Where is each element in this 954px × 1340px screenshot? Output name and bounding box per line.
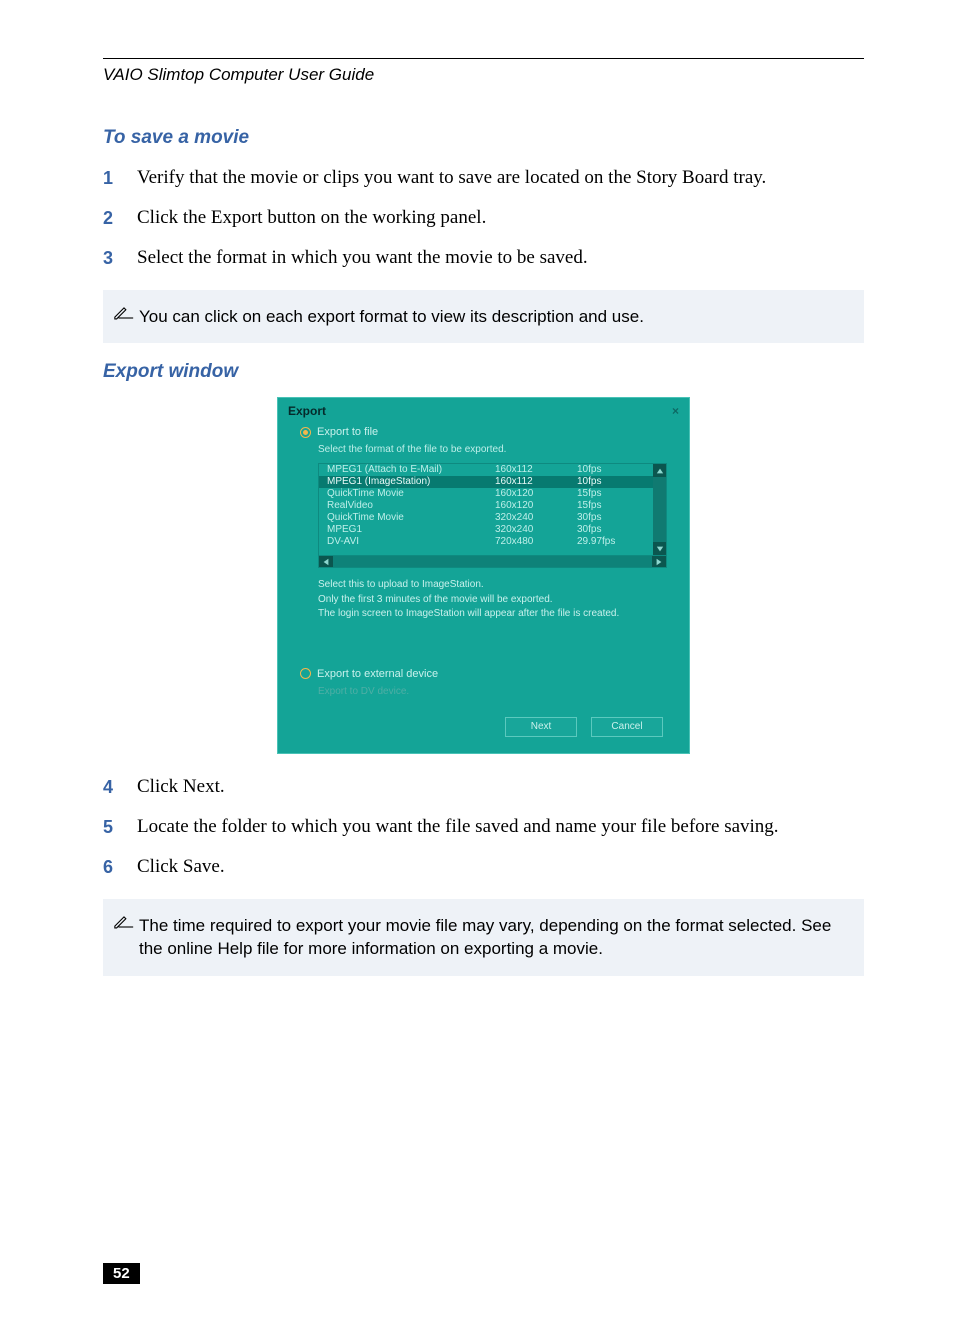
- step-text: Select the format in which you want the …: [137, 245, 864, 271]
- scroll-up-icon[interactable]: [653, 464, 666, 477]
- export-dialog-title: Export: [288, 404, 326, 418]
- step-row: 4 Click Next.: [103, 774, 864, 800]
- format-fps: 15fps: [577, 501, 645, 511]
- note-box: You can click on each export format to v…: [103, 290, 864, 344]
- vertical-scrollbar[interactable]: [653, 464, 666, 555]
- step-number: 3: [103, 245, 137, 271]
- format-row[interactable]: DV-AVI 720x480 29.97fps: [319, 536, 653, 548]
- pencil-note-icon: [113, 914, 139, 929]
- step-text: Verify that the movie or clips you want …: [137, 165, 864, 191]
- close-icon[interactable]: ×: [672, 404, 679, 418]
- format-fps: 10fps: [577, 477, 645, 487]
- select-format-label: Select the format of the file to be expo…: [318, 444, 667, 455]
- steps-list-top: 1 Verify that the movie or clips you wan…: [103, 165, 864, 272]
- next-button[interactable]: Next: [505, 717, 577, 737]
- pencil-note-icon: [113, 305, 139, 320]
- format-res: 320x240: [495, 513, 577, 523]
- radio-export-to-device[interactable]: Export to external device: [300, 668, 667, 680]
- format-row[interactable]: QuickTime Movie 160x120 15fps: [319, 488, 653, 500]
- desc-line: The login screen to ImageStation will ap…: [318, 607, 667, 622]
- format-res: 720x480: [495, 537, 577, 547]
- export-dialog-body: Export to file Select the format of the …: [278, 426, 689, 753]
- note-box: The time required to export your movie f…: [103, 899, 864, 977]
- scroll-left-icon[interactable]: [319, 556, 333, 567]
- step-number: 2: [103, 205, 137, 231]
- step-row: 6 Click Save.: [103, 854, 864, 880]
- radio-unselected-icon: [300, 668, 311, 679]
- radio-label: Export to external device: [317, 668, 438, 680]
- export-dialog-header: Export ×: [278, 398, 689, 424]
- format-fps: 10fps: [577, 465, 645, 475]
- cancel-button[interactable]: Cancel: [591, 717, 663, 737]
- step-text: Click the Export button on the working p…: [137, 205, 864, 231]
- format-listbox[interactable]: MPEG1 (Attach to E-Mail) 160x112 10fps M…: [318, 463, 667, 556]
- radio-label: Export to file: [317, 426, 378, 438]
- format-row[interactable]: MPEG1 (ImageStation) 160x112 10fps: [319, 476, 653, 488]
- step-text: Click Save.: [137, 854, 864, 880]
- format-res: 320x240: [495, 525, 577, 535]
- section-heading-export-window: Export window: [103, 361, 864, 383]
- header-rule: [103, 58, 864, 59]
- horizontal-scrollbar[interactable]: [318, 556, 667, 568]
- scroll-right-icon[interactable]: [652, 556, 666, 567]
- step-number: 5: [103, 814, 137, 840]
- step-row: 2 Click the Export button on the working…: [103, 205, 864, 231]
- step-row: 3 Select the format in which you want th…: [103, 245, 864, 271]
- step-row: 5 Locate the folder to which you want th…: [103, 814, 864, 840]
- running-header: VAIO Slimtop Computer User Guide: [103, 65, 864, 85]
- format-name: QuickTime Movie: [327, 513, 495, 523]
- export-dialog: Export × Export to file Select the forma…: [277, 397, 690, 754]
- format-description: Select this to upload to ImageStation. O…: [318, 578, 667, 622]
- format-row-cut: [319, 548, 653, 555]
- format-row[interactable]: MPEG1 (Attach to E-Mail) 160x112 10fps: [319, 464, 653, 476]
- format-name: MPEG1: [327, 525, 495, 535]
- device-sub-label: Export to DV device.: [318, 686, 667, 697]
- step-text: Locate the folder to which you want the …: [137, 814, 864, 840]
- format-row[interactable]: RealVideo 160x120 15fps: [319, 500, 653, 512]
- step-number: 4: [103, 774, 137, 800]
- radio-selected-icon: [300, 427, 311, 438]
- format-row[interactable]: QuickTime Movie 320x240 30fps: [319, 512, 653, 524]
- format-res: 160x120: [495, 501, 577, 511]
- desc-line: Select this to upload to ImageStation.: [318, 578, 667, 593]
- step-number: 1: [103, 165, 137, 191]
- step-row: 1 Verify that the movie or clips you wan…: [103, 165, 864, 191]
- format-name: QuickTime Movie: [327, 489, 495, 499]
- format-fps: 30fps: [577, 513, 645, 523]
- format-res: 160x112: [495, 465, 577, 475]
- radio-export-to-file[interactable]: Export to file: [300, 426, 667, 438]
- dialog-buttons: Next Cancel: [300, 717, 663, 737]
- format-list: MPEG1 (Attach to E-Mail) 160x112 10fps M…: [319, 464, 653, 555]
- section-heading-save-movie: To save a movie: [103, 127, 864, 149]
- format-name: MPEG1 (Attach to E-Mail): [327, 465, 495, 475]
- format-name: RealVideo: [327, 501, 495, 511]
- desc-line: Only the first 3 minutes of the movie wi…: [318, 593, 667, 608]
- page-number: 52: [103, 1263, 140, 1284]
- format-name: MPEG1 (ImageStation): [327, 477, 495, 487]
- format-fps: 15fps: [577, 489, 645, 499]
- format-res: 160x120: [495, 489, 577, 499]
- format-name: DV-AVI: [327, 537, 495, 547]
- steps-list-bottom: 4 Click Next. 5 Locate the folder to whi…: [103, 774, 864, 881]
- step-text: Click Next.: [137, 774, 864, 800]
- format-res: 160x112: [495, 477, 577, 487]
- document-page: VAIO Slimtop Computer User Guide To save…: [0, 0, 954, 976]
- format-fps: 30fps: [577, 525, 645, 535]
- format-row[interactable]: MPEG1 320x240 30fps: [319, 524, 653, 536]
- note-text: The time required to export your movie f…: [139, 914, 848, 962]
- scroll-down-icon[interactable]: [653, 542, 666, 555]
- format-fps: 29.97fps: [577, 537, 645, 547]
- step-number: 6: [103, 854, 137, 880]
- note-text: You can click on each export format to v…: [139, 305, 848, 329]
